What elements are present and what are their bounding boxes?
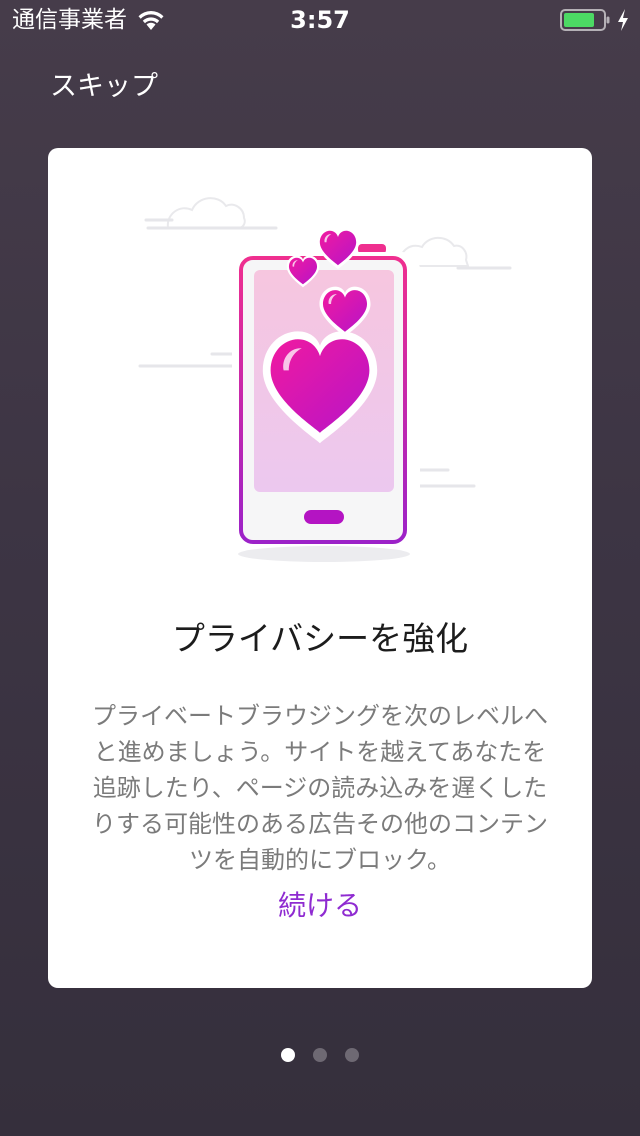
onboarding-card: プライバシーを強化 プライベートブラウジングを次のレベルへと進めましょう。サイト… — [48, 148, 592, 988]
page-dot-2[interactable] — [313, 1048, 327, 1062]
charging-icon — [618, 9, 628, 31]
battery-icon — [560, 9, 610, 31]
page-indicator[interactable] — [0, 1048, 640, 1064]
status-bar: 通信事業者 3:57 — [0, 0, 640, 40]
status-time: 3:57 — [290, 6, 350, 34]
continue-button[interactable]: 続ける — [48, 886, 592, 926]
page-dot-1[interactable] — [281, 1048, 295, 1062]
skip-button[interactable]: スキップ — [50, 70, 158, 104]
phone-hearts-illustration — [138, 197, 512, 562]
card-title: プライバシーを強化 — [171, 619, 469, 658]
page-dot-3[interactable] — [345, 1048, 359, 1062]
card-description: プライベートブラウジングを次のレベルへと進めましょう。サイトを越えてあなたを追跡… — [92, 702, 548, 874]
